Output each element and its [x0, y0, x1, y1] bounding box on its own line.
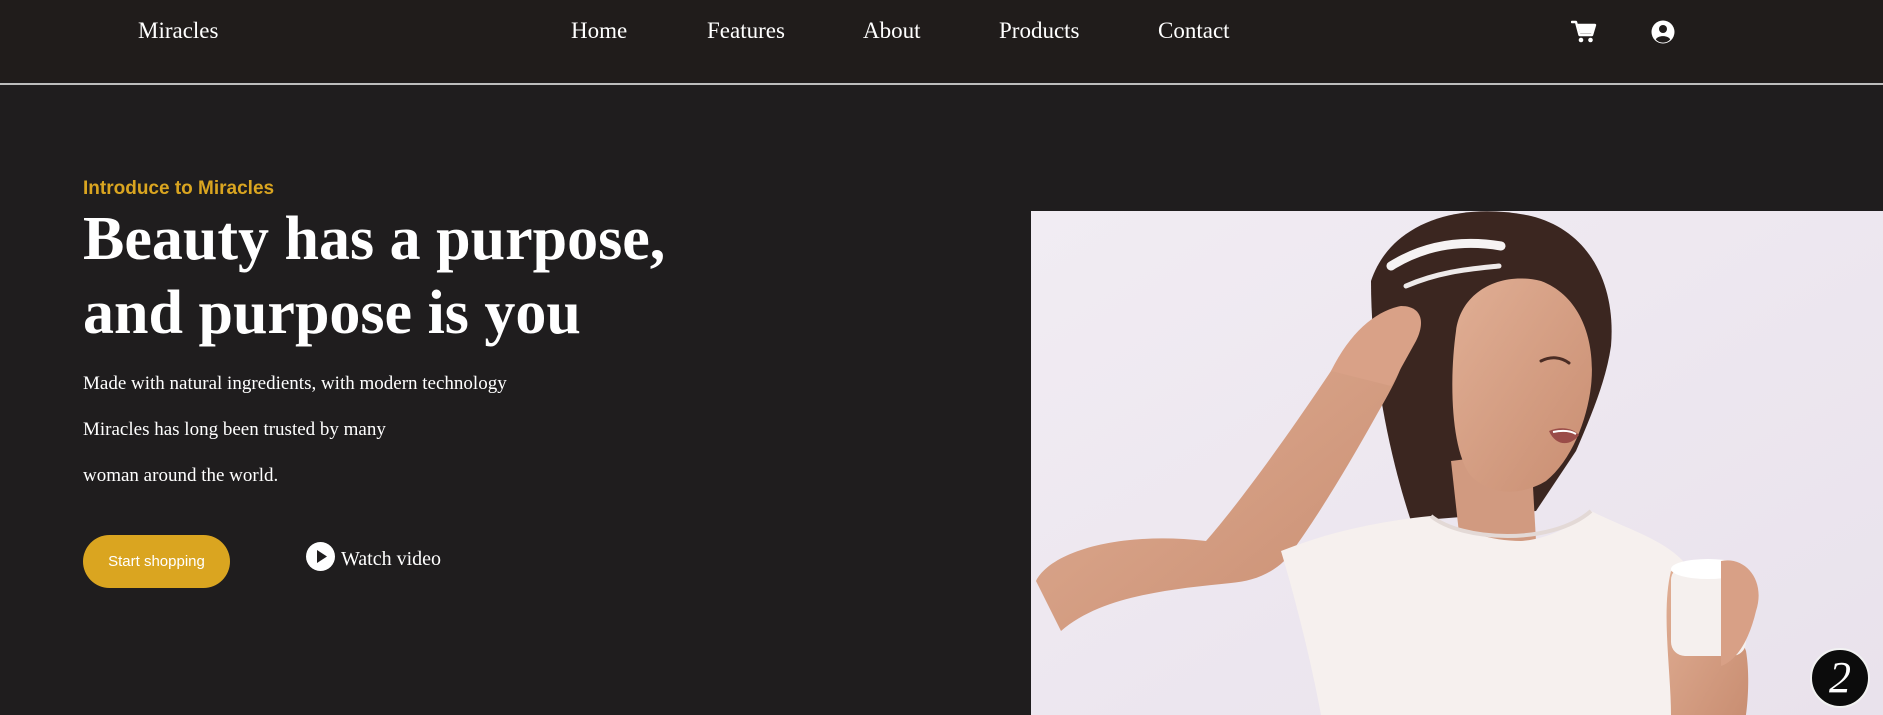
- nav-divider: [0, 83, 1883, 85]
- nav-item-contact[interactable]: Contact: [1158, 18, 1230, 44]
- nav-item-products[interactable]: Products: [999, 18, 1080, 44]
- start-shopping-button[interactable]: Start shopping: [83, 535, 230, 588]
- hero-eyebrow: Introduce to Miracles: [83, 178, 275, 199]
- number-badge: 2: [1810, 648, 1870, 708]
- nav-item-home[interactable]: Home: [571, 18, 627, 44]
- nav-item-features[interactable]: Features: [707, 18, 785, 44]
- headline-line-2: and purpose is you: [83, 279, 581, 347]
- landing-page: Miracles Home Features About Products Co…: [0, 0, 1883, 715]
- cart-icon[interactable]: [1570, 19, 1597, 45]
- hero-headline: Beauty has a purpose, and purpose is you: [83, 202, 843, 350]
- brand-logo[interactable]: Miracles: [138, 18, 218, 44]
- play-icon: [305, 541, 336, 572]
- hero-description-line-3: woman around the world.: [83, 465, 279, 486]
- top-navbar: Miracles Home Features About Products Co…: [0, 0, 1883, 82]
- hero-description-line-1: Made with natural ingredients, with mode…: [83, 373, 507, 394]
- hero-image: [1031, 211, 1883, 715]
- watch-video-button[interactable]: Watch video: [305, 538, 441, 574]
- nav-item-about[interactable]: About: [863, 18, 921, 44]
- hero-description-line-2: Miracles has long been trusted by many: [83, 419, 386, 440]
- user-icon[interactable]: [1650, 19, 1676, 45]
- headline-line-1: Beauty has a purpose,: [83, 205, 666, 273]
- watch-video-label: Watch video: [341, 547, 442, 570]
